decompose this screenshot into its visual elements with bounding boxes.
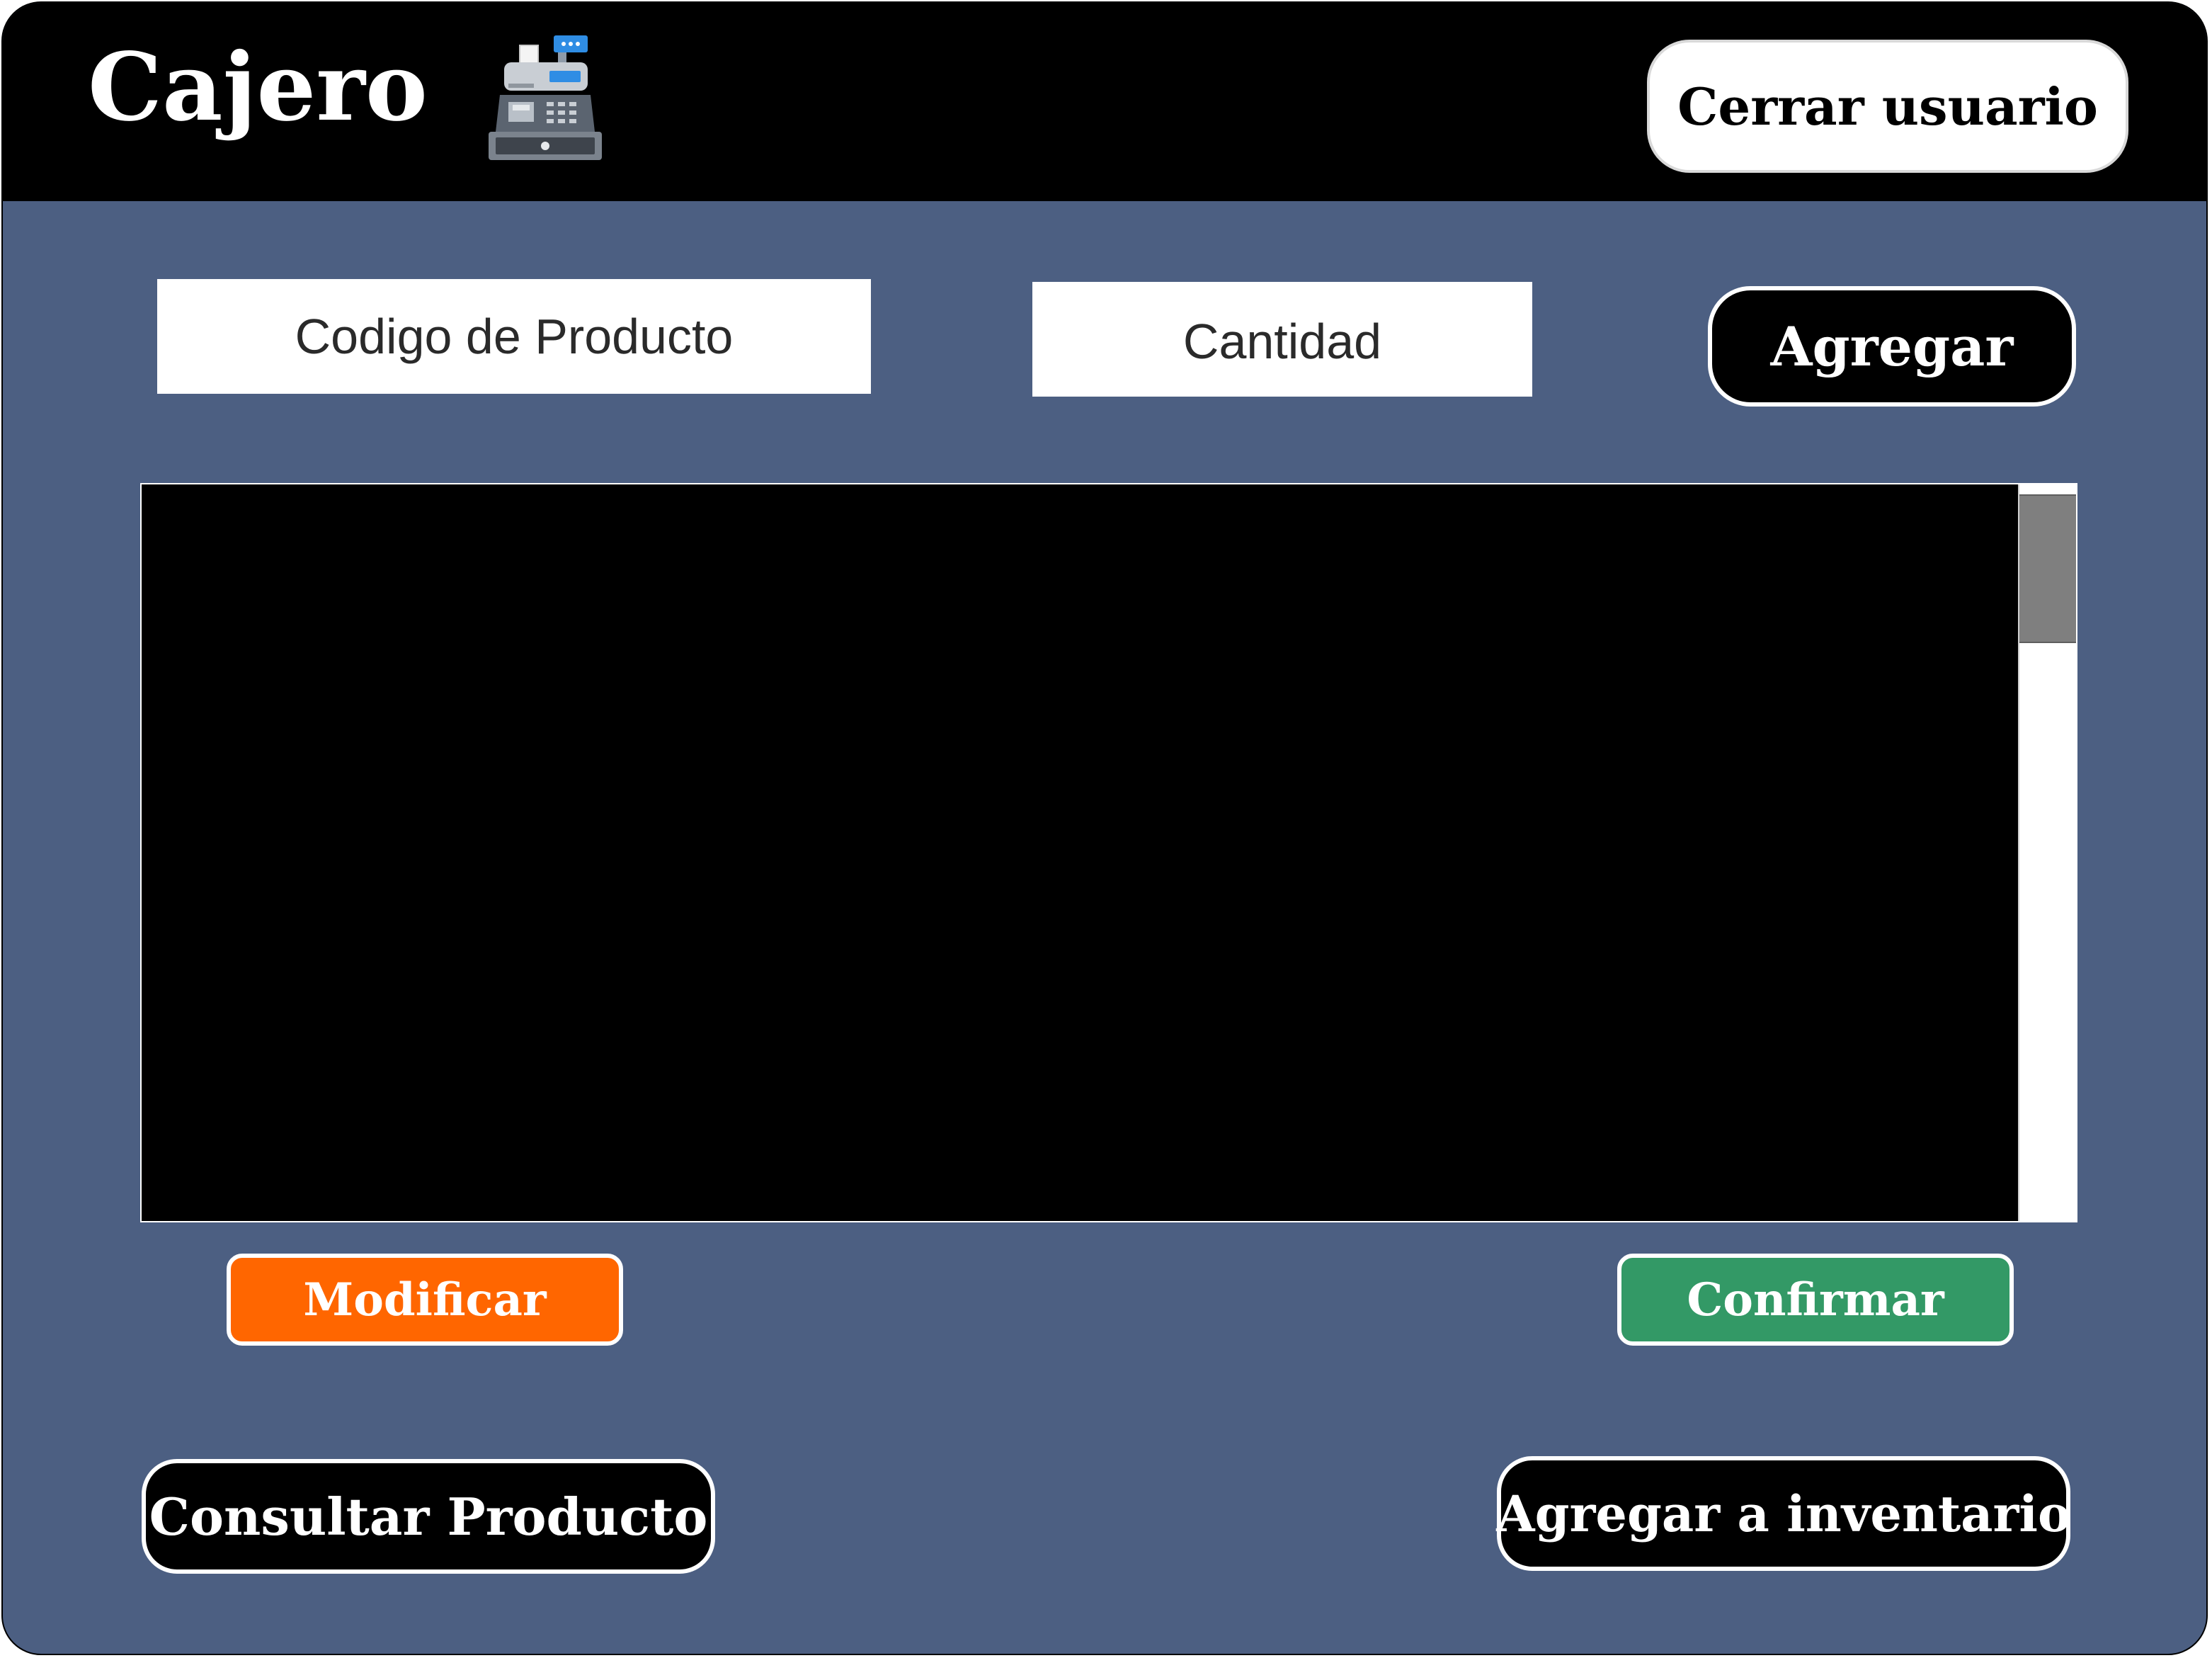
modify-button[interactable]: Modificar <box>227 1254 623 1346</box>
confirm-button[interactable]: Confirmar <box>1617 1254 2014 1346</box>
product-code-input[interactable] <box>157 279 871 394</box>
app-window: Cajero Cerrar usuario Codigo de Producto… <box>1 1 2208 1655</box>
add-button[interactable]: Agregar <box>1708 286 2076 407</box>
logout-button[interactable]: Cerrar usuario <box>1647 40 2128 173</box>
query-product-button[interactable]: Consultar Producto <box>142 1459 715 1574</box>
scrollbar[interactable] <box>2018 484 2076 1221</box>
header-bar: Cajero Cerrar usuario <box>3 3 2206 201</box>
page-title: Cajero <box>88 33 428 142</box>
add-to-inventory-button[interactable]: Agregar a inventario <box>1496 1456 2071 1571</box>
scrollbar-thumb[interactable] <box>2019 494 2076 643</box>
product-list[interactable] <box>140 483 2077 1222</box>
cash-register-icon <box>489 35 602 160</box>
quantity-input[interactable] <box>1032 282 1532 397</box>
